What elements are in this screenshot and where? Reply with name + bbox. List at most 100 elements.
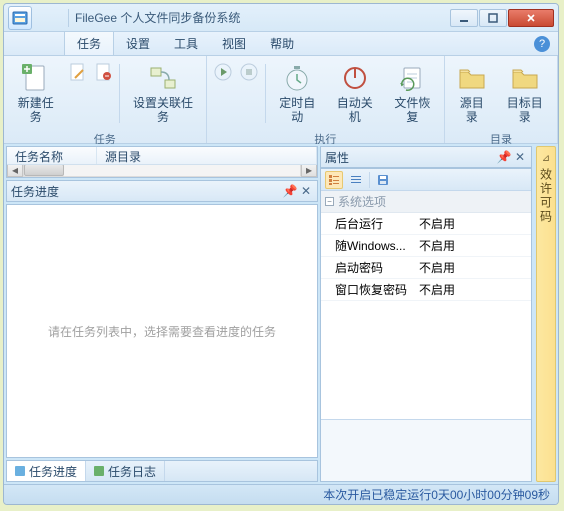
tab-progress-label: 任务进度 — [29, 463, 77, 480]
dst-dir-label: 目标目录 — [503, 96, 548, 125]
folder-icon — [509, 62, 541, 94]
menubar: 任务 设置 工具 视图 帮助 ? — [4, 32, 558, 56]
task-list-body[interactable]: ◂ ▸ — [7, 165, 317, 177]
prop-key: 后台运行 — [321, 213, 413, 234]
help-icon[interactable]: ? — [534, 36, 550, 52]
app-icon — [12, 10, 28, 26]
restore-label: 文件恢复 — [391, 96, 435, 125]
left-column: 任务名称 源目录 ◂ ▸ 任务进度 📌 ✕ 请在任务列表中，选择需 — [6, 146, 318, 482]
progress-tab-icon — [15, 466, 25, 476]
scroll-thumb[interactable] — [24, 165, 64, 176]
props-panel-header: 属性 📌 ✕ — [320, 146, 532, 168]
maximize-button[interactable] — [479, 9, 507, 27]
task-list-header: 任务名称 源目录 — [7, 147, 317, 165]
new-task-button[interactable]: 新建任务 — [8, 58, 63, 129]
side-tab-license[interactable]: ⊿ 效许可码 — [536, 146, 556, 482]
power-icon — [339, 62, 371, 94]
src-dir-label: 源目录 — [455, 96, 488, 125]
restore-icon — [396, 62, 428, 94]
set-assoc-label: 设置关联任务 — [130, 96, 195, 125]
pin-icon[interactable]: 📌 — [497, 150, 511, 164]
scroll-left-arrow[interactable]: ◂ — [7, 165, 23, 177]
close-button[interactable] — [508, 9, 554, 27]
pin-icon[interactable]: 📌 — [283, 184, 297, 198]
menu-help[interactable]: 帮助 — [258, 32, 306, 55]
col-src-dir[interactable]: 源目录 — [97, 147, 317, 164]
col-task-name[interactable]: 任务名称 — [7, 147, 97, 164]
progress-placeholder: 请在任务列表中，选择需要查看进度的任务 — [7, 205, 317, 457]
app-menu-button[interactable] — [8, 6, 32, 30]
footer-tabs: 任务进度 任务日志 — [6, 460, 318, 482]
clock-icon — [281, 62, 313, 94]
task-delete-button[interactable] — [91, 58, 115, 86]
stop-button[interactable] — [237, 58, 261, 86]
side-tab-label: 效许可码 — [538, 168, 555, 224]
close-panel-icon[interactable]: ✕ — [299, 184, 313, 198]
alphabetical-view-button[interactable] — [347, 171, 365, 189]
progress-panel: 请在任务列表中，选择需要查看进度的任务 — [6, 204, 318, 458]
new-task-icon — [20, 62, 52, 94]
task-list-panel: 任务名称 源目录 ◂ ▸ — [6, 146, 318, 178]
menu-view[interactable]: 视图 — [210, 32, 258, 55]
statusbar: 本次开启已稳定运行 0天00小时00分钟09秒 — [4, 484, 558, 504]
list-alpha-icon — [350, 174, 362, 186]
collapse-toggle-icon[interactable]: − — [325, 197, 334, 206]
ribbon-group-exec: 定时自动 自动关机 文件恢复 执行 — [207, 56, 446, 143]
scroll-track[interactable] — [23, 165, 301, 177]
status-uptime: 0天00小时00分钟09秒 — [431, 486, 550, 503]
delete-icon — [93, 62, 113, 82]
pin-icon: ⊿ — [542, 153, 550, 164]
src-dir-button[interactable]: 源目录 — [449, 58, 494, 129]
link-icon — [147, 62, 179, 94]
set-assoc-button[interactable]: 设置关联任务 — [124, 58, 201, 129]
props-title: 属性 — [325, 149, 349, 166]
prop-value[interactable]: 不启用 — [413, 235, 531, 256]
props-toolbar — [321, 169, 531, 191]
props-body: − 系统选项 后台运行不启用 随Windows...不启用 启动密码不启用 窗口… — [321, 191, 531, 419]
toolbar-separator — [369, 172, 370, 188]
tab-log[interactable]: 任务日志 — [86, 461, 165, 481]
prop-value[interactable]: 不启用 — [413, 279, 531, 300]
prop-row[interactable]: 随Windows...不启用 — [321, 235, 531, 257]
folder-icon — [456, 62, 488, 94]
stop-icon — [239, 62, 259, 82]
ribbon-separator — [119, 64, 120, 123]
run-button[interactable] — [211, 58, 235, 86]
shutdown-label: 自动关机 — [333, 96, 377, 125]
prop-key: 随Windows... — [321, 235, 413, 256]
timer-button[interactable]: 定时自动 — [270, 58, 326, 129]
properties-panel: − 系统选项 后台运行不启用 随Windows...不启用 启动密码不启用 窗口… — [320, 168, 532, 482]
prop-value[interactable]: 不启用 — [413, 257, 531, 278]
ribbon: 新建任务 设置关联任务 任务 — [4, 56, 558, 144]
ribbon-group-tasks: 新建任务 设置关联任务 任务 — [4, 56, 207, 143]
menu-tools[interactable]: 工具 — [162, 32, 210, 55]
prop-row[interactable]: 窗口恢复密码不启用 — [321, 279, 531, 301]
prop-row[interactable]: 后台运行不启用 — [321, 213, 531, 235]
menu-tasks[interactable]: 任务 — [64, 32, 114, 55]
edit-icon — [67, 62, 87, 82]
window-title: FileGee 个人文件同步备份系统 — [75, 9, 450, 26]
scroll-right-arrow[interactable]: ▸ — [301, 165, 317, 177]
categorized-view-button[interactable] — [325, 171, 343, 189]
menu-settings[interactable]: 设置 — [114, 32, 162, 55]
restore-button[interactable]: 文件恢复 — [385, 58, 441, 129]
save-props-button[interactable] — [374, 171, 392, 189]
progress-title: 任务进度 — [11, 183, 59, 200]
body-area: 任务名称 源目录 ◂ ▸ 任务进度 📌 ✕ 请在任务列表中，选择需 — [4, 144, 558, 484]
tab-progress[interactable]: 任务进度 — [7, 461, 86, 481]
shutdown-button[interactable]: 自动关机 — [327, 58, 383, 129]
timer-label: 定时自动 — [276, 96, 320, 125]
prop-row[interactable]: 启动密码不启用 — [321, 257, 531, 279]
ribbon-separator — [265, 64, 266, 123]
minimize-button[interactable] — [450, 9, 478, 27]
ribbon-group-dirs: 源目录 目标目录 目录 — [445, 56, 558, 143]
status-prefix: 本次开启已稳定运行 — [323, 486, 431, 503]
task-edit-button[interactable] — [65, 58, 89, 86]
dst-dir-button[interactable]: 目标目录 — [497, 58, 554, 129]
horizontal-scrollbar[interactable]: ◂ ▸ — [7, 165, 317, 177]
props-group-header[interactable]: − 系统选项 — [321, 191, 531, 213]
new-task-label: 新建任务 — [14, 96, 57, 125]
prop-key: 启动密码 — [321, 257, 413, 278]
progress-panel-header: 任务进度 📌 ✕ — [6, 180, 318, 202]
titlebar-divider — [68, 9, 69, 27]
